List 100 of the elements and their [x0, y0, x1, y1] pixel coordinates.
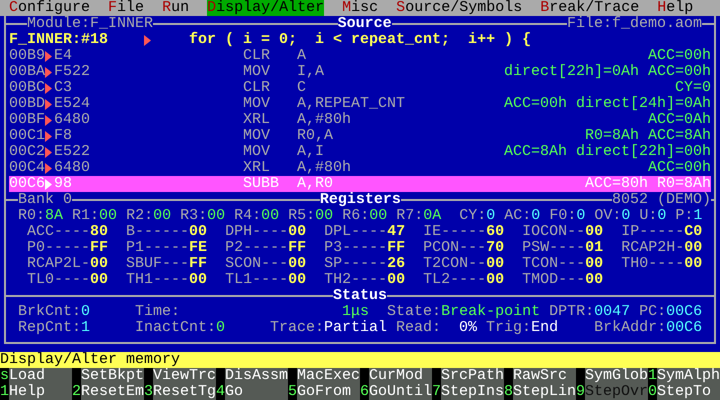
operands: A,#80h: [297, 160, 352, 176]
menu-item[interactable]: Source/Symbols: [396, 0, 522, 16]
register-value: 00: [90, 271, 108, 288]
register-label: TL2----: [423, 271, 486, 288]
panel-title: Registers: [320, 192, 401, 208]
triangle-icon: [45, 50, 52, 62]
function-key[interactable]: StepIns: [441, 384, 504, 400]
register-value: 00: [90, 255, 108, 272]
menu-item[interactable]: Break/Trace: [540, 0, 640, 16]
function-key[interactable]: CurMod: [369, 368, 432, 384]
register-value: 00: [288, 255, 306, 272]
address: 00B9: [9, 48, 45, 64]
function-key[interactable]: GoUntil: [369, 384, 432, 400]
register-value: 00: [315, 207, 334, 224]
register-label: ACC----: [27, 223, 90, 240]
triangle-icon: [45, 146, 52, 158]
key-cell: [360, 368, 369, 384]
register-value: 00: [153, 207, 172, 224]
key-cell: [216, 368, 225, 384]
status-value: 0: [81, 304, 90, 320]
status-message: Display/Alter memory: [0, 352, 720, 368]
function-key[interactable]: SetBkpt: [81, 368, 144, 384]
disassembly-line[interactable]: 00BF 6480 XRL A,#80h ACC=0Ah: [9, 112, 711, 128]
execution-result: ACC=8Ah direct[22h]=00h: [504, 144, 711, 160]
address: 00BA: [9, 64, 45, 80]
status-value: 00C6: [666, 320, 702, 336]
key-cell: 0: [648, 384, 657, 400]
register-value: 00: [684, 239, 702, 256]
triangle-icon: [144, 34, 152, 46]
file-name: File:f_demo.aom: [566, 16, 702, 32]
disassembly-line[interactable]: 00BD E524 MOV A,REPEAT_CNT ACC=00h direct[24h]=0Ah: [9, 96, 711, 112]
status-value: Partial: [324, 320, 388, 336]
register-value: 00: [585, 255, 604, 272]
function-key[interactable]: StepLin: [513, 384, 576, 400]
register-label: IOCON--: [522, 223, 586, 240]
status-label: Time:: [135, 304, 180, 320]
disassembly-line[interactable]: 00C4 6480 XRL A,#80h ACC=00h: [9, 160, 711, 176]
function-key[interactable]: ViewTrc: [153, 368, 216, 384]
disassembly-line[interactable]: 00B9 E4 CLR A ACC=00h: [9, 48, 711, 64]
register-label: TCON---: [522, 255, 586, 272]
flag-value: 0: [657, 207, 666, 224]
register-value: FF: [387, 239, 406, 256]
register-value: 00: [387, 271, 406, 288]
register-label: R0:: [18, 207, 46, 224]
menu-item[interactable]: File: [108, 0, 144, 16]
operands: A,#80h: [297, 112, 352, 128]
menu-item[interactable]: Misc: [342, 0, 378, 16]
opcode-bytes: F8: [54, 128, 74, 144]
function-key[interactable]: DisAssm: [225, 368, 288, 384]
register-label: RCAP2L-: [27, 255, 90, 272]
disassembly-line[interactable]: 00C1 F8 MOV R0,A R0=8Ah ACC=8Ah: [9, 128, 711, 144]
status-value: Break-point: [441, 304, 540, 320]
function-key[interactable]: Help: [9, 384, 72, 400]
flag-label: OV:: [594, 207, 622, 224]
register-label: SP-----: [324, 255, 388, 272]
function-key[interactable]: RawSrc: [513, 368, 576, 384]
register-value: 00: [207, 207, 226, 224]
register-label: R5:: [288, 207, 316, 224]
register-value: 01: [585, 239, 604, 256]
key-cell: 6: [360, 384, 369, 400]
function-key[interactable]: Load: [9, 368, 72, 384]
operands: R0,A: [297, 128, 334, 144]
execution-result: ACC=80h R0=8Ah: [584, 176, 711, 192]
menu-item[interactable]: Help: [657, 0, 694, 16]
menu-item[interactable]: Configure: [9, 0, 90, 16]
address: 00C6: [9, 176, 45, 192]
register-value: C0: [684, 223, 702, 240]
register-label: R4:: [234, 207, 262, 224]
function-key[interactable]: StepTo: [657, 384, 720, 400]
register-value: FF: [288, 239, 306, 256]
disassembly-line[interactable]: 00C2 E522 MOV A,I ACC=8Ah direct[22h]=00h: [9, 144, 711, 160]
function-key[interactable]: SrcPath: [441, 368, 504, 384]
function-key[interactable]: MacExec: [297, 368, 360, 384]
opcode-bytes: 6480: [54, 112, 92, 128]
triangle-icon: [45, 82, 52, 94]
cpu-name: 8052 (DEMO): [612, 192, 711, 208]
flag-value: 0: [576, 207, 586, 224]
register-value: 00: [99, 207, 118, 224]
key-cell: 8: [504, 384, 513, 400]
function-key[interactable]: Go: [225, 384, 288, 400]
status-label: BrkAddr:: [594, 320, 666, 336]
status-value: 0: [216, 320, 226, 336]
function-key[interactable]: ResetEm: [81, 384, 144, 400]
address: 00C2: [9, 144, 45, 160]
triangle-icon: [45, 98, 52, 110]
register-value: 00: [189, 223, 208, 240]
status-label: Trace:: [270, 320, 324, 336]
disassembly-line[interactable]: 00BA F522 MOV I,A direct[22h]=0Ah ACC=00h: [9, 64, 711, 80]
function-key[interactable]: ResetTg: [153, 384, 216, 400]
function-key[interactable]: SymAlph: [657, 368, 720, 384]
register-value: 00: [369, 207, 388, 224]
menu-item[interactable]: Run: [162, 0, 190, 16]
menu-item[interactable]: Display/Alter: [207, 0, 324, 16]
opcode-bytes: 6480: [54, 160, 92, 176]
function-key[interactable]: SymGlob: [585, 368, 648, 384]
disassembly-line[interactable]: 00BC C3 CLR C CY=0: [9, 80, 711, 96]
function-key[interactable]: GoFrom: [297, 384, 360, 400]
source-location: F_INNER:#18: [9, 32, 110, 48]
address: 00BC: [9, 80, 45, 96]
status-value: 0047: [594, 304, 630, 320]
